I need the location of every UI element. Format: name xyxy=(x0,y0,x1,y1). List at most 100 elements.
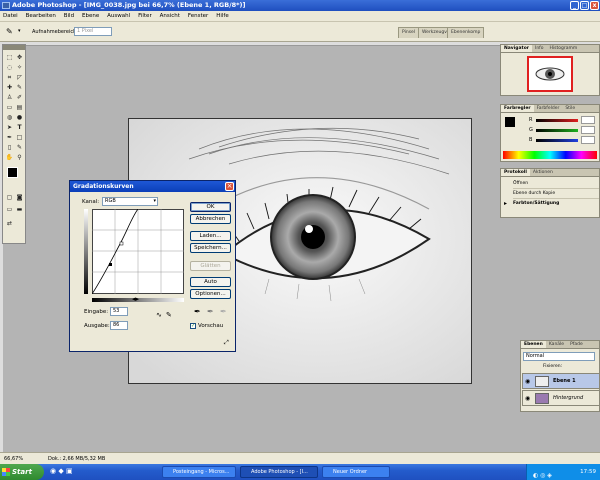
zoom-level[interactable]: 66,67% xyxy=(4,456,23,462)
menu-hilfe[interactable]: Hilfe xyxy=(213,11,232,22)
notes-tool-icon[interactable]: ▯ xyxy=(5,143,14,152)
layer-row[interactable]: ◉ Hintergrund xyxy=(522,390,600,406)
healing-brush-tool-icon[interactable]: ✚ xyxy=(5,83,14,92)
ok-button[interactable]: OK xyxy=(190,202,231,212)
curves-dialog-title[interactable]: Gradationskurven xyxy=(70,181,235,192)
marquee-tool-icon[interactable]: ⬚ xyxy=(5,53,14,62)
magic-wand-tool-icon[interactable]: ✧ xyxy=(15,63,24,72)
task-posteingang[interactable]: Posteingang - Micros... xyxy=(162,466,236,478)
quick-launch-icons[interactable]: ◉ ◆ ▣ xyxy=(50,467,73,475)
tab-histogramm[interactable]: Histogramm xyxy=(547,45,581,52)
curve-graph[interactable] xyxy=(92,209,184,294)
smooth-button[interactable]: Glätten xyxy=(190,261,231,271)
channel-select[interactable]: RGB ▾ xyxy=(102,197,158,206)
type-tool-icon[interactable]: T xyxy=(15,123,24,132)
tray-icons[interactable]: ◐ ◎ ◈ xyxy=(533,468,552,480)
history-item[interactable]: Ebene durch Kopie xyxy=(513,189,599,199)
layer-visibility-eye-icon[interactable]: ◉ xyxy=(525,395,530,402)
well-tab-ebenenkompositionen[interactable]: Ebenenkomp xyxy=(447,27,485,38)
tab-farbregler[interactable]: Farbregler xyxy=(501,105,534,112)
curve-smooth-tool-icon[interactable]: ∿ xyxy=(156,311,162,319)
zoom-tool-icon[interactable]: ⚲ xyxy=(15,153,24,162)
well-tab-pinsel[interactable]: Pinsel xyxy=(398,27,420,38)
move-tool-icon[interactable]: ✥ xyxy=(15,53,24,62)
gradient-toggle-icon[interactable]: ◂▸ xyxy=(132,295,139,303)
menu-filter[interactable]: Filter xyxy=(135,11,155,22)
navigator-preview[interactable] xyxy=(527,56,573,92)
cancel-button[interactable]: Abbrechen xyxy=(190,214,231,224)
minimize-button[interactable]: _ xyxy=(570,1,579,10)
path-selection-tool-icon[interactable]: ➤ xyxy=(5,123,14,132)
curve-point[interactable] xyxy=(109,263,112,266)
green-slider[interactable] xyxy=(536,129,578,132)
tab-farbfelder[interactable]: Farbfelder xyxy=(534,105,563,112)
tab-aktionen[interactable]: Aktionen xyxy=(530,169,556,176)
tab-protokoll[interactable]: Protokoll xyxy=(501,169,530,176)
eyedropper-tool-icon[interactable]: ✎ xyxy=(6,27,13,36)
task-neuer-ordner[interactable]: Neuer Ordner xyxy=(322,466,390,478)
eyedropper-tool-icon[interactable]: ✎ xyxy=(15,143,24,152)
history-item[interactable]: Öffnen xyxy=(513,179,599,189)
hand-tool-icon[interactable]: ✋ xyxy=(5,153,14,162)
toolbox-grip[interactable] xyxy=(3,45,25,50)
menu-auswahl[interactable]: Auswahl xyxy=(104,11,133,22)
quick-mask-mode-icon[interactable]: ◙ xyxy=(15,193,24,202)
preview-checkbox[interactable]: ✓ xyxy=(190,323,196,329)
blue-slider[interactable] xyxy=(536,139,578,142)
menu-datei[interactable]: Datei xyxy=(0,11,21,22)
menu-bearbeiten[interactable]: Bearbeiten xyxy=(23,11,59,22)
close-button[interactable]: x xyxy=(590,1,599,10)
pen-tool-icon[interactable]: ✒ xyxy=(5,133,14,142)
curve-point[interactable] xyxy=(119,241,124,246)
white-point-eyedropper-icon[interactable]: ✒ xyxy=(220,307,227,316)
sample-size-select[interactable]: 1 Pixel xyxy=(74,27,112,36)
start-button[interactable]: Start xyxy=(0,464,44,480)
blur-tool-icon[interactable]: ◍ xyxy=(5,113,14,122)
standard-mode-icon[interactable]: ▢ xyxy=(5,193,14,202)
layer-row-selected[interactable]: ◉ Ebene 1 xyxy=(522,373,600,389)
eraser-tool-icon[interactable]: ▭ xyxy=(5,103,14,112)
menu-bild[interactable]: Bild xyxy=(61,11,77,22)
expand-dialog-icon[interactable]: ⤢ xyxy=(224,339,229,347)
black-point-eyedropper-icon[interactable]: ✒ xyxy=(194,307,201,316)
jump-to-imageready-icon[interactable]: ⇄ xyxy=(5,219,14,228)
tab-info[interactable]: Info xyxy=(532,45,547,52)
tab-ebenen[interactable]: Ebenen xyxy=(521,341,546,348)
history-item-current[interactable]: Farbton/Sättigung xyxy=(513,199,599,209)
output-value-field[interactable]: 86 xyxy=(110,321,128,330)
tab-kanaele[interactable]: Kanäle xyxy=(546,341,567,348)
green-value-field[interactable] xyxy=(581,126,595,134)
blend-mode-select[interactable]: Normal xyxy=(523,352,595,361)
history-brush-tool-icon[interactable]: ✐ xyxy=(15,93,24,102)
blue-value-field[interactable] xyxy=(581,136,595,144)
pencil-tool-icon[interactable]: ✎ xyxy=(166,311,172,319)
tool-preset-chevron-icon[interactable]: ▾ xyxy=(18,28,21,34)
save-button[interactable]: Speichern... xyxy=(190,243,231,253)
layer-visibility-eye-icon[interactable]: ◉ xyxy=(525,378,530,385)
input-value-field[interactable]: 53 xyxy=(110,307,128,316)
auto-button[interactable]: Auto xyxy=(190,277,231,287)
lasso-tool-icon[interactable]: ◌ xyxy=(5,63,14,72)
color-panel-foreground-swatch[interactable] xyxy=(505,117,515,127)
color-spectrum-bar[interactable] xyxy=(503,151,597,159)
crop-tool-icon[interactable]: ⌗ xyxy=(5,73,14,82)
screen-mode-standard-icon[interactable]: ▭ xyxy=(5,205,14,214)
load-button[interactable]: Laden... xyxy=(190,231,231,241)
task-photoshop[interactable]: Adobe Photoshop - [I... xyxy=(240,466,318,478)
gray-point-eyedropper-icon[interactable]: ✒ xyxy=(207,307,214,316)
dialog-close-button[interactable]: × xyxy=(225,182,234,191)
tab-navigator[interactable]: Navigator xyxy=(501,45,532,52)
menu-fenster[interactable]: Fenster xyxy=(185,11,211,22)
gradient-tool-icon[interactable]: ▤ xyxy=(15,103,24,112)
dodge-tool-icon[interactable]: ● xyxy=(15,113,24,122)
slice-tool-icon[interactable]: ◸ xyxy=(15,73,24,82)
brush-tool-icon[interactable]: ✎ xyxy=(15,83,24,92)
menu-ansicht[interactable]: Ansicht xyxy=(157,11,183,22)
options-button[interactable]: Optionen... xyxy=(190,289,231,299)
screen-mode-full-icon[interactable]: ▬ xyxy=(15,205,24,214)
red-slider[interactable] xyxy=(536,119,578,122)
clone-stamp-tool-icon[interactable]: ♙ xyxy=(5,93,14,102)
red-value-field[interactable] xyxy=(581,116,595,124)
foreground-color-swatch[interactable] xyxy=(7,167,18,178)
tab-pfade[interactable]: Pfade xyxy=(567,341,586,348)
